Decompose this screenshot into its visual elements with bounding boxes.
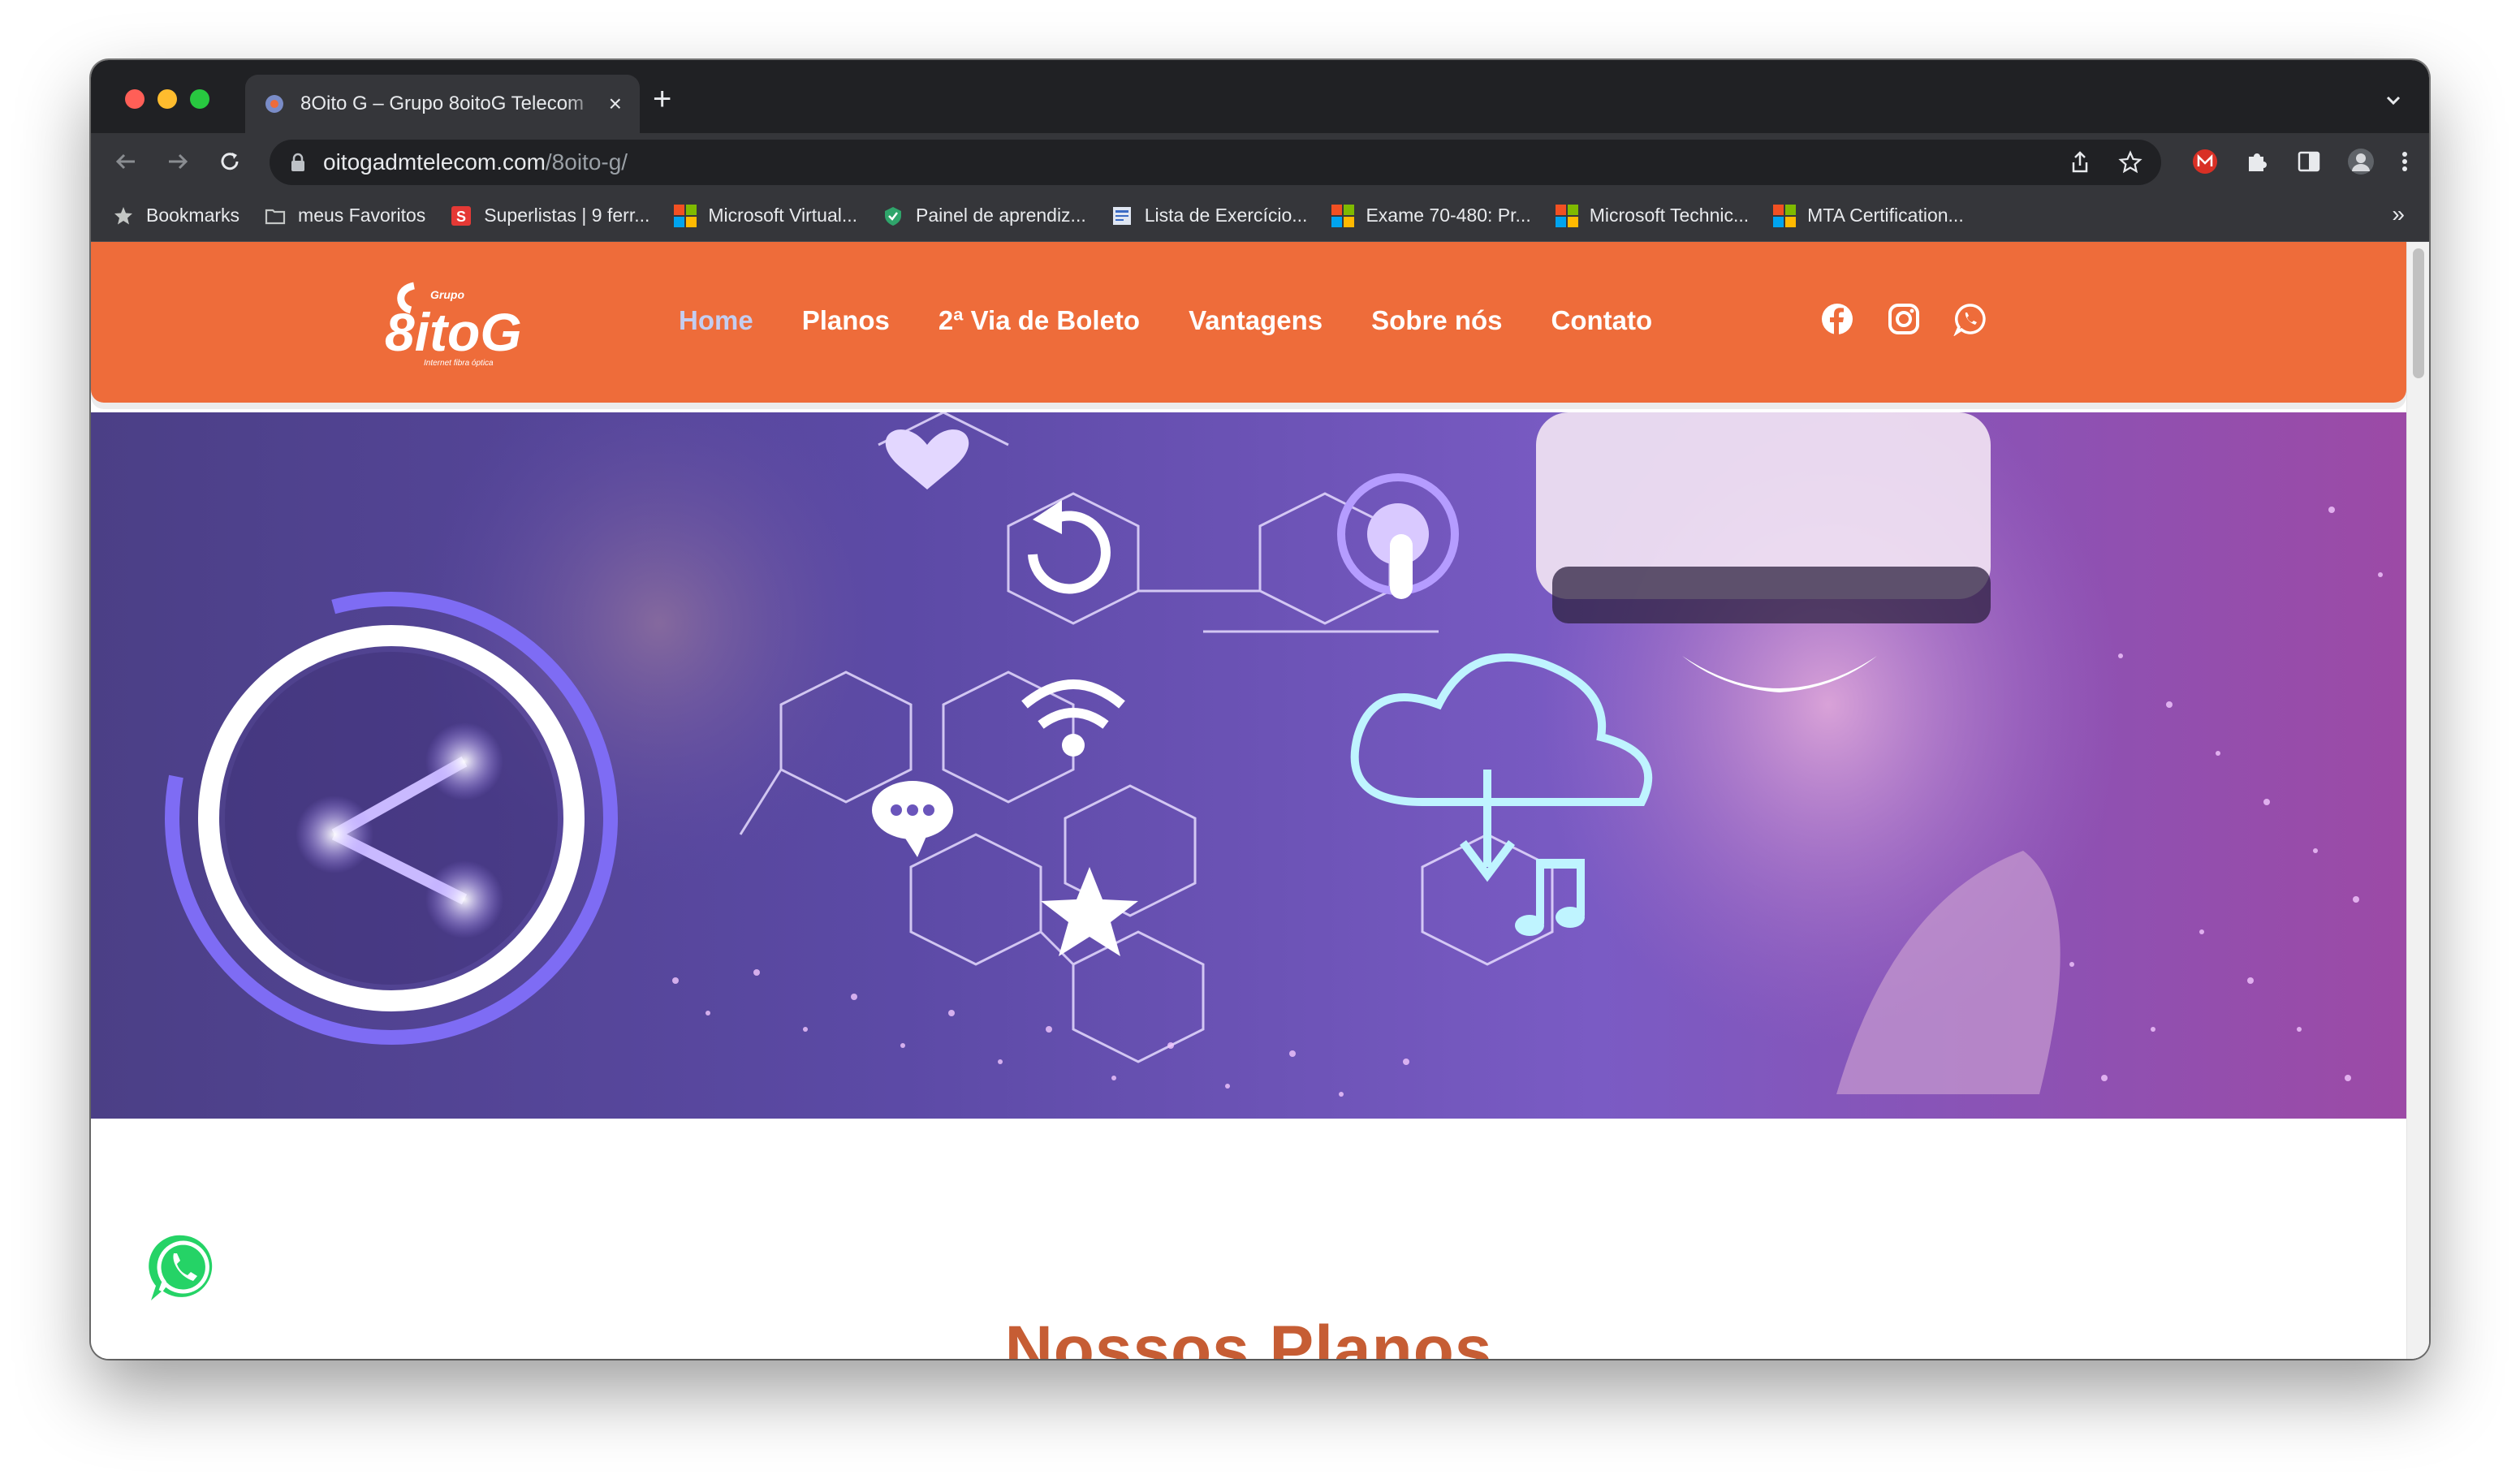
whatsapp-icon[interactable] (1953, 302, 1987, 336)
hero-banner (91, 412, 2406, 1119)
bookmark-item[interactable]: MTA Certification... (1773, 204, 1964, 227)
folder-icon (265, 209, 286, 224)
section-title-nossos-planos: Nossos Planos (1004, 1313, 1493, 1359)
whatsapp-float-button[interactable] (145, 1229, 222, 1307)
microsoft-icon (1555, 204, 1578, 227)
bookmark-item[interactable]: Bookmarks (112, 205, 239, 227)
minimize-window-button[interactable] (158, 89, 177, 109)
bookmark-item[interactable]: Exame 70-480: Pr... (1331, 204, 1531, 227)
bookmark-label: meus Favoritos (298, 205, 426, 226)
tab-strip: 8Oito G – Grupo 8oitoG Telecom × + (91, 60, 2429, 133)
extensions-puzzle-icon[interactable] (2242, 147, 2272, 176)
mail-extension-icon[interactable] (2190, 147, 2220, 176)
address-bar-actions (2067, 149, 2143, 175)
bookmarks-bar: Bookmarks meus Favoritos S Superlistas |… (91, 190, 2429, 242)
bookmark-label: Exame 70-480: Pr... (1366, 205, 1531, 226)
share-icon[interactable] (2067, 149, 2093, 175)
window-controls (125, 89, 209, 109)
site-header: Grupo 8itoG Internet fibra óptica Home P… (91, 242, 2406, 403)
browser-window: 8Oito G – Grupo 8oitoG Telecom × + oitog… (91, 60, 2429, 1359)
microsoft-icon (674, 204, 697, 227)
site-favicon-icon (265, 95, 283, 113)
instagram-icon[interactable] (1887, 302, 1921, 336)
bookmark-label: Lista de Exercício... (1144, 205, 1308, 226)
url-host: oitogadmtelecom.com (323, 149, 546, 175)
bookmark-label: Microsoft Virtual... (708, 205, 858, 226)
main-nav: Home Planos 2ª Via de Boleto Vantagens S… (679, 305, 1652, 336)
microsoft-icon (1773, 204, 1797, 227)
scrollbar-thumb[interactable] (2413, 248, 2424, 378)
nav-segunda-via-boleto[interactable]: 2ª Via de Boleto (939, 305, 1140, 336)
browser-toolbar: oitogadmtelecom.com/8oito-g/ (91, 133, 2429, 190)
bookmark-label: Bookmarks (146, 205, 240, 226)
address-bar[interactable]: oitogadmtelecom.com/8oito-g/ (270, 140, 2161, 185)
bookmark-item[interactable]: S Superlistas | 9 ferr... (450, 205, 649, 227)
new-tab-button[interactable]: + (653, 83, 671, 115)
bookmark-label: Superlistas | 9 ferr... (484, 205, 650, 226)
bookmark-item[interactable]: meus Favoritos (264, 205, 425, 227)
svg-text:S: S (456, 209, 466, 225)
superlistas-icon: S (451, 205, 472, 226)
document-icon (1112, 206, 1131, 225)
close-window-button[interactable] (125, 89, 145, 109)
facebook-icon[interactable] (1820, 302, 1854, 336)
bookmark-label: Painel de aprendiz... (916, 205, 1086, 226)
bookmark-label: Microsoft Technic... (1589, 205, 1750, 226)
forward-arrow-icon[interactable] (162, 146, 193, 177)
lock-icon[interactable] (289, 152, 307, 173)
bookmark-item[interactable]: Microsoft Virtual... (674, 204, 858, 227)
url-path: /8oito-g/ (545, 149, 628, 175)
nav-vantagens[interactable]: Vantagens (1189, 305, 1323, 336)
microsoft-icon (1331, 204, 1355, 227)
tab-title: 8Oito G – Grupo 8oitoG Telecom (300, 93, 585, 114)
nav-planos[interactable]: Planos (802, 305, 890, 336)
svg-text:Internet fibra óptica: Internet fibra óptica (424, 359, 494, 368)
browser-tab-active[interactable]: 8Oito G – Grupo 8oitoG Telecom × (245, 75, 640, 133)
reload-icon[interactable] (214, 146, 245, 177)
svg-text:Grupo: Grupo (430, 288, 464, 301)
browser-menu-icon[interactable] (2395, 147, 2414, 176)
nav-sobre-nos[interactable]: Sobre nós (1371, 305, 1502, 336)
social-links (1820, 302, 1987, 336)
shield-check-icon (885, 206, 902, 226)
bookmark-item[interactable]: Painel de aprendiz... (882, 205, 1086, 227)
back-arrow-icon[interactable] (110, 146, 141, 177)
maximize-window-button[interactable] (190, 89, 209, 109)
page-scrollbar[interactable] (2406, 242, 2429, 1359)
tab-close-icon[interactable]: × (609, 93, 622, 115)
bookmark-star-icon[interactable] (2117, 149, 2143, 175)
star-icon (114, 206, 132, 224)
more-bookmarks-button[interactable]: » (2392, 201, 2405, 227)
tab-search-chevron-icon[interactable] (2382, 89, 2405, 112)
page-viewport: Grupo 8itoG Internet fibra óptica Home P… (91, 242, 2429, 1359)
nav-home[interactable]: Home (679, 305, 753, 336)
bookmark-item[interactable]: Microsoft Technic... (1555, 204, 1750, 227)
profile-avatar-icon[interactable] (2346, 147, 2375, 176)
svg-text:8itoG: 8itoG (385, 302, 522, 362)
nav-contato[interactable]: Contato (1551, 305, 1653, 336)
bookmark-label: MTA Certification... (1807, 205, 1964, 226)
bookmark-item[interactable]: Lista de Exercício... (1111, 205, 1308, 227)
oitog-logo[interactable]: Grupo 8itoG Internet fibra óptica (382, 274, 552, 372)
side-panel-icon[interactable] (2294, 147, 2324, 176)
